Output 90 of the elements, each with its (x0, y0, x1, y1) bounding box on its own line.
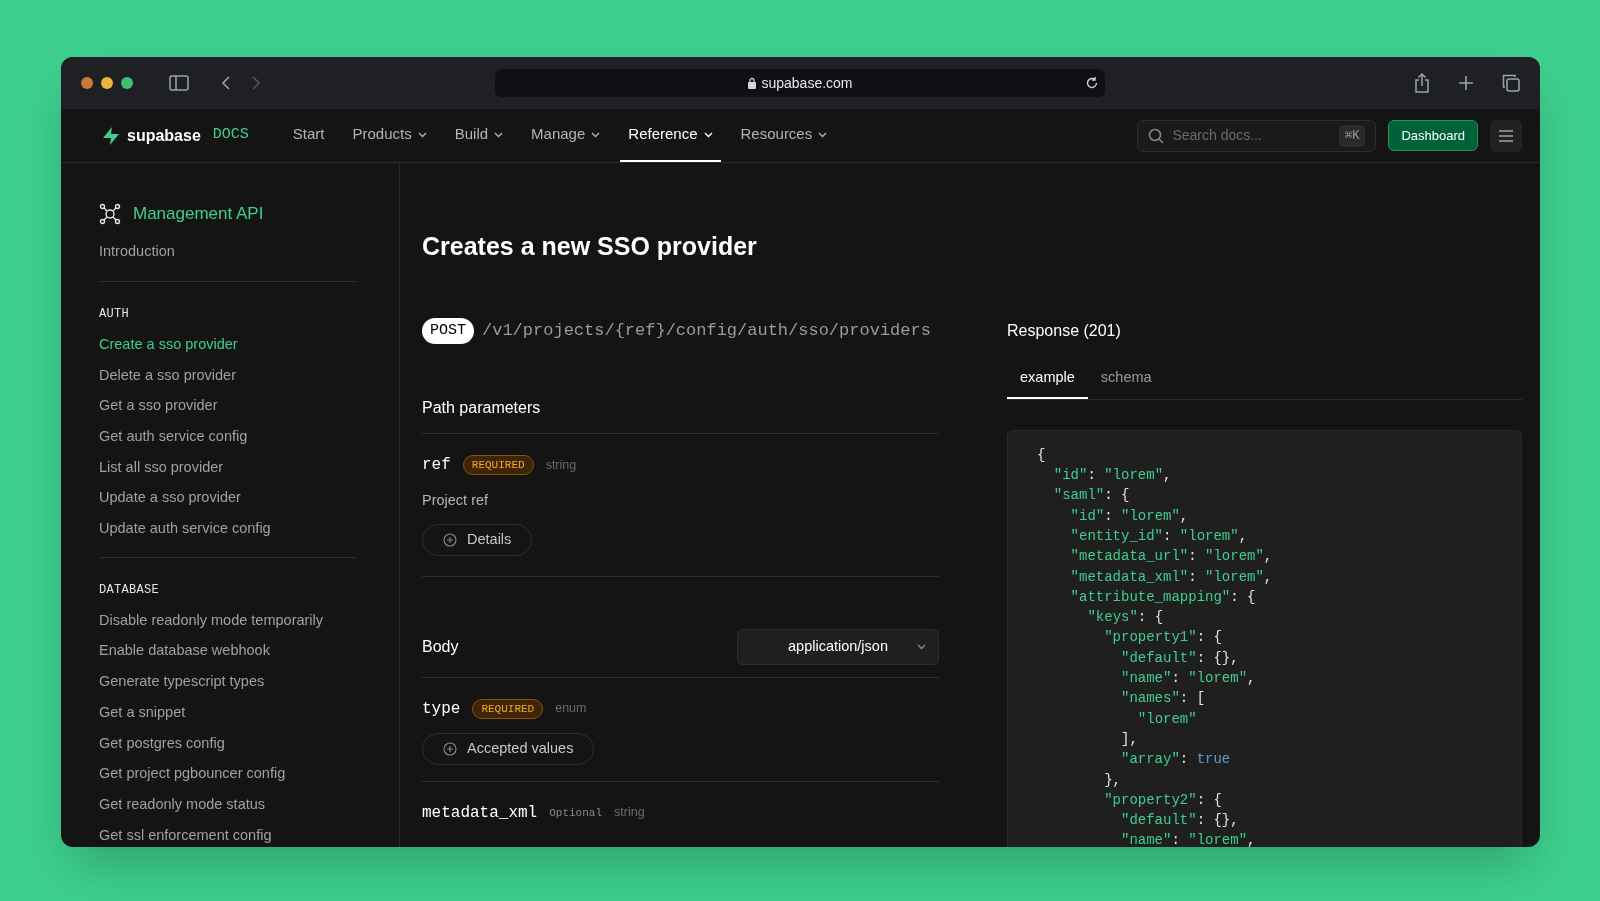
code-line: "attribute_mapping": { (1069, 587, 1257, 607)
param-type: enum (555, 700, 587, 718)
required-badge: REQUIRED (472, 698, 544, 719)
share-icon[interactable] (1414, 73, 1430, 93)
sidebar-link[interactable]: Get a sso provider (99, 396, 357, 416)
response-tab[interactable]: example (1007, 367, 1088, 399)
section-heading: Path parameters (422, 398, 542, 418)
code-line: "id": "lorem", (1052, 466, 1173, 486)
nav-tab[interactable]: Start (284, 109, 333, 162)
maximize-window-button[interactable] (121, 77, 133, 89)
plus-icon (443, 532, 457, 547)
sidebar-link[interactable]: Get auth service config (99, 427, 357, 446)
minimize-window-button[interactable] (101, 77, 113, 89)
reload-icon[interactable] (1085, 76, 1099, 90)
sidebar-link[interactable]: Introduction (99, 240, 357, 263)
section-heading: DATABASE (99, 582, 160, 600)
brand-name[interactable]: supabase (127, 123, 201, 148)
sidebar-link[interactable]: Get readonly mode status (99, 794, 357, 814)
close-window-button[interactable] (81, 77, 93, 89)
plus-icon (443, 741, 457, 756)
sidebar-link[interactable]: Generate typescript types (99, 672, 357, 692)
code-line: "name": "lorem", (1120, 669, 1257, 688)
optional-label: Optional (549, 805, 603, 821)
param-name: type (422, 698, 461, 720)
endpoint-path: /v1/projects/{ref}/config/auth/sso/providers (482, 320, 931, 342)
response-title: Response (201) (1007, 321, 1122, 341)
page-title: Creates a new SSO provider (422, 231, 758, 262)
nav-tab[interactable]: Reference (620, 109, 721, 162)
menu-icon (1499, 129, 1513, 142)
menu-button[interactable] (1490, 119, 1522, 152)
code-line: "property2": { (1103, 790, 1223, 810)
url-text: supabase.com (761, 73, 853, 93)
code-line: "default": {}, (1120, 811, 1240, 831)
chevron-icon (917, 643, 926, 650)
logo-icon[interactable] (101, 125, 121, 146)
nav-tab[interactable]: Manage (523, 109, 609, 162)
content-type-dropdown[interactable]: application/json (737, 628, 939, 665)
param-type: string (545, 456, 577, 474)
code-line: "name": "lorem", (1120, 831, 1257, 847)
back-icon[interactable] (221, 75, 231, 91)
api-nodes-icon (99, 202, 121, 225)
code-line: "default": {}, (1120, 648, 1240, 668)
sidebar-link[interactable]: List all sso provider (99, 457, 357, 477)
address-bar[interactable]: supabase.com (495, 69, 1105, 97)
param-name: ref (422, 455, 451, 476)
code-line: "names": [ (1120, 689, 1207, 709)
shortcut-key: ⌘K (1338, 124, 1366, 147)
code-line: "metadata_xml": "lorem", (1069, 567, 1274, 587)
code-line: "id": "lorem", (1069, 506, 1190, 526)
sidebar-link[interactable]: Get postgres config (99, 733, 357, 753)
search-icon (1148, 127, 1165, 144)
sidebar-link[interactable]: Create a sso provider (99, 334, 357, 354)
param-type: string (614, 804, 645, 822)
docs-label: DOCS (212, 125, 249, 146)
code-line: "lorem" (1136, 709, 1198, 729)
param-description: Project ref (422, 491, 490, 510)
new-tab-icon[interactable] (1458, 75, 1474, 91)
sidebar-link[interactable]: Get ssl enforcement config (99, 825, 357, 845)
sidebar-link[interactable]: Delete a sso provider (99, 365, 357, 385)
sidebar-toggle-icon[interactable] (169, 75, 189, 91)
code-line: "property1": { (1103, 628, 1223, 648)
code-line: ], (1120, 729, 1139, 749)
sidebar-link[interactable]: Get a snippet (99, 702, 357, 722)
code-line: "keys": { (1086, 608, 1165, 628)
nav-tab[interactable]: Products (344, 109, 435, 162)
section-heading: AUTH (99, 306, 130, 324)
sidebar-link[interactable]: Update auth service config (99, 519, 357, 539)
method-badge: POST (422, 317, 474, 344)
lock-icon (747, 77, 758, 89)
search-input[interactable]: Search docs... (1172, 125, 1323, 146)
tabs-overview-icon[interactable] (1502, 74, 1520, 92)
search-field[interactable]: Search docs... ⌘K (1137, 119, 1377, 152)
code-line: "metadata_url": "lorem", (1069, 547, 1274, 567)
code-line: { (1037, 445, 1047, 465)
code-line: }, (1103, 770, 1122, 790)
section-heading: Body (422, 636, 459, 657)
sidebar-link[interactable]: Disable readonly mode temporarily (99, 610, 357, 630)
code-line: "saml": { (1052, 486, 1131, 506)
nav-tab[interactable]: Build (446, 109, 512, 162)
code-line: "entity_id": "lorem", (1069, 526, 1249, 546)
nav-tab[interactable]: Resources (732, 109, 836, 162)
param-name: metadata_xml (422, 802, 538, 824)
section-title[interactable]: Management API (133, 201, 264, 227)
sidebar-link[interactable]: Update a sso provider (99, 488, 357, 508)
required-badge: REQUIRED (462, 454, 534, 476)
code-line: "array": true (1120, 750, 1232, 770)
dashboard-button[interactable]: Dashboard (1388, 120, 1478, 151)
sidebar-link[interactable]: Enable database webhook (99, 641, 357, 661)
sidebar-link[interactable]: Get project pgbouncer config (99, 764, 357, 784)
response-tab[interactable]: schema (1087, 367, 1165, 399)
